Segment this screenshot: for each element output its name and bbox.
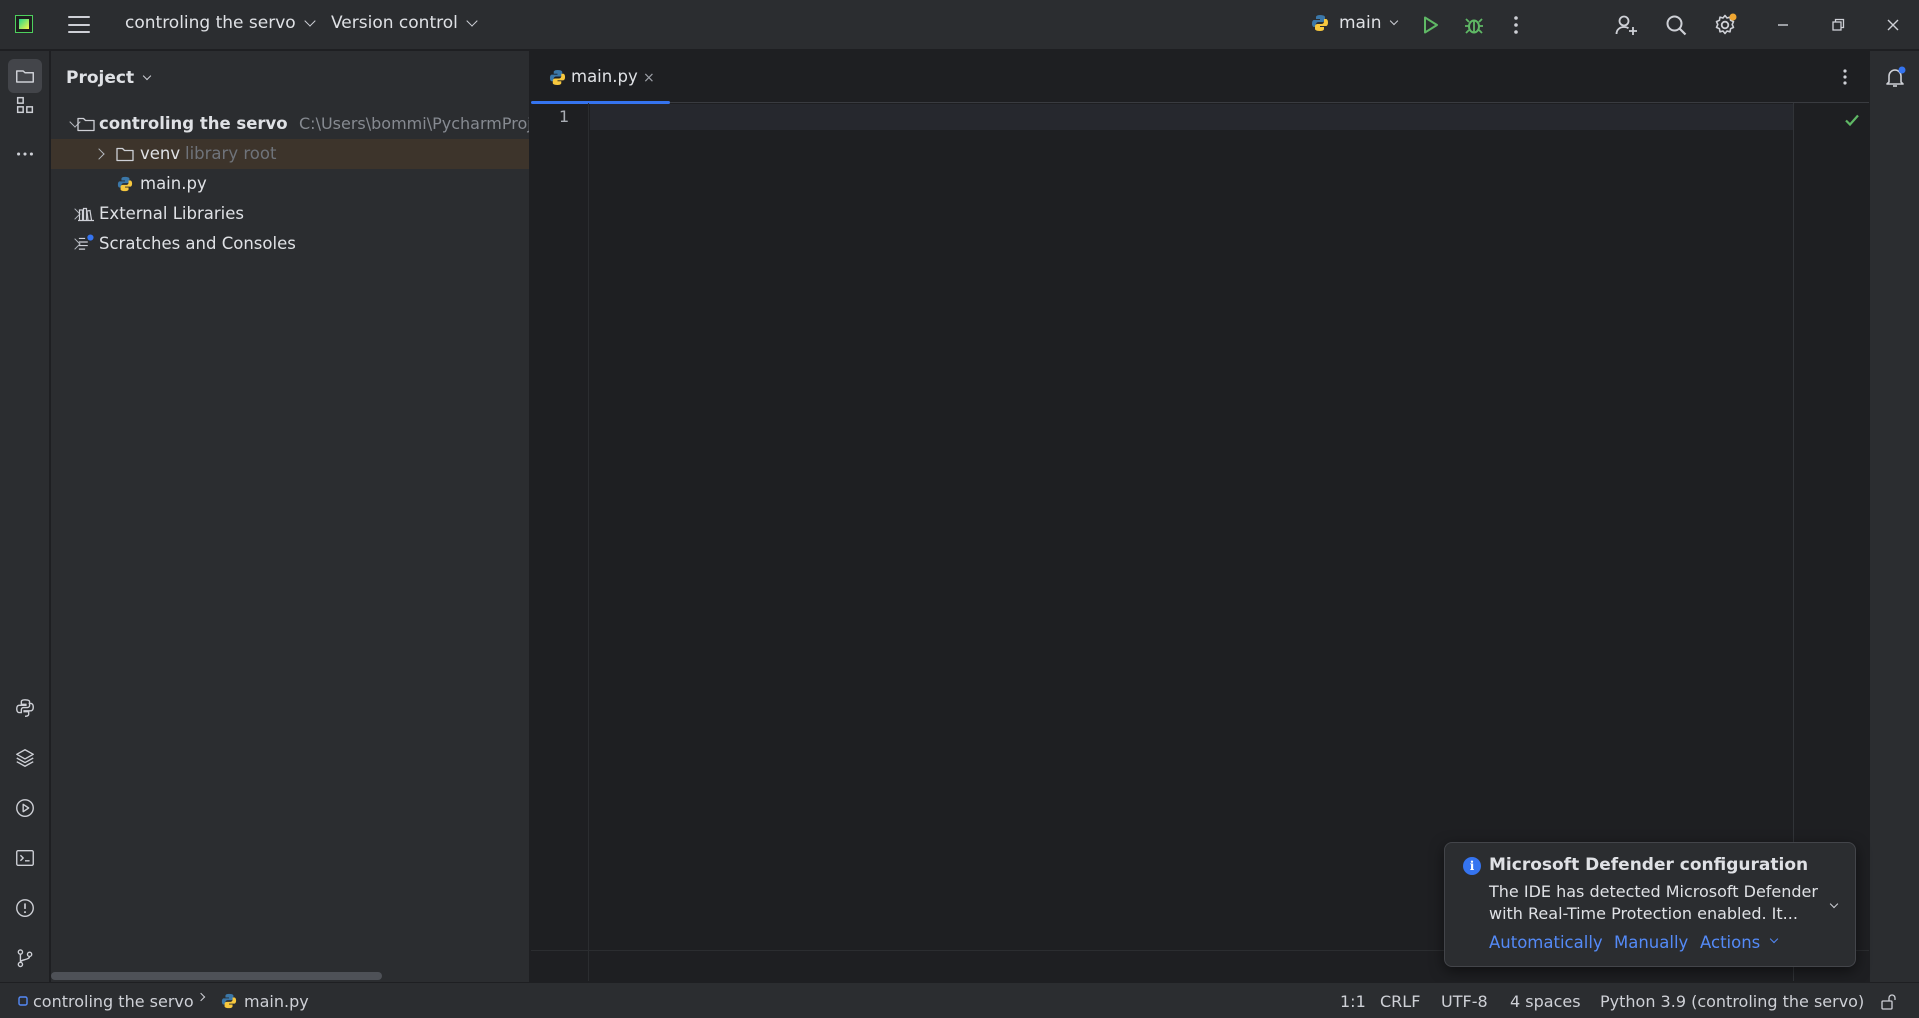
editor-tab-bar: main.py × [531, 51, 1869, 104]
close-tab-icon[interactable]: × [643, 70, 655, 86]
services-tool-button[interactable] [8, 791, 42, 825]
line-number: 1 [559, 107, 570, 126]
python-icon [1312, 15, 1328, 31]
project-root-name: controling the servo [99, 114, 288, 133]
project-root-path: C:\Users\bommi\PycharmProje [299, 114, 530, 133]
library-icon [78, 207, 94, 222]
horizontal-scrollbar[interactable] [51, 972, 382, 980]
no-problems-check-icon[interactable] [1843, 111, 1861, 129]
breadcrumb-separator-icon [196, 992, 206, 1002]
more-actions-icon[interactable] [1504, 13, 1528, 37]
title-bar: controling the servo Version control mai… [0, 0, 1919, 50]
python-file-icon [549, 69, 566, 86]
run-icon[interactable] [1418, 13, 1442, 37]
ellipsis-icon [17, 152, 33, 156]
tab-options-icon[interactable] [1835, 67, 1855, 87]
scratches-label: Scratches and Consoles [99, 234, 296, 253]
scratches-icon [78, 234, 94, 250]
search-icon[interactable] [1664, 13, 1688, 37]
structure-tool-button[interactable] [8, 88, 42, 122]
python-file-icon [221, 993, 237, 1009]
defender-notification: i Microsoft Defender configuration The I… [1444, 842, 1856, 967]
indent-setting[interactable]: 4 spaces [1510, 992, 1581, 1011]
project-switcher[interactable]: controling the servo [125, 13, 316, 33]
notification-title: Microsoft Defender configuration [1489, 855, 1809, 875]
settings-gear-icon[interactable] [1713, 13, 1737, 37]
more-tool-windows-button[interactable] [8, 137, 42, 171]
expand-arrow-icon[interactable] [93, 148, 105, 160]
venv-label: venv [140, 144, 181, 163]
folder-icon [16, 70, 34, 83]
run-services-icon [16, 799, 34, 817]
right-tool-bar [1869, 51, 1919, 982]
notifications-bell-icon[interactable] [1883, 65, 1907, 89]
problems-tool-button[interactable] [8, 891, 42, 925]
folder-icon [77, 117, 95, 132]
pycharm-logo-icon [15, 15, 33, 33]
expand-notification-icon[interactable] [1829, 899, 1839, 909]
current-line-highlight [590, 104, 1793, 130]
version-control-label: Version control [331, 13, 458, 33]
tree-item-project-root[interactable]: controling the servo C:\Users\bommi\Pych… [51, 109, 530, 139]
run-config-label: main [1339, 13, 1382, 33]
terminal-icon [16, 849, 34, 867]
chevron-down-icon [1390, 16, 1399, 26]
problems-warning-icon [16, 899, 34, 917]
info-icon: i [1463, 857, 1481, 875]
venv-hint: library root [185, 144, 277, 163]
manually-link[interactable]: Manually [1614, 933, 1688, 952]
run-config-selector[interactable]: main [1311, 13, 1399, 33]
tree-item-venv[interactable]: venv library root [51, 139, 529, 169]
git-branch-icon [17, 949, 33, 968]
line-separator[interactable]: CRLF [1380, 992, 1420, 1011]
file-encoding[interactable]: UTF-8 [1441, 992, 1488, 1011]
chevron-down-icon [142, 71, 152, 81]
project-switcher-label: controling the servo [125, 13, 296, 33]
status-bar: controling the servo main.py 1:1 CRLF UT… [0, 982, 1919, 1018]
debug-bug-icon[interactable] [1462, 13, 1486, 37]
module-icon [18, 996, 28, 1006]
line-number-gutter [531, 103, 589, 981]
project-panel-title: Project [66, 68, 135, 88]
project-panel-header[interactable]: Project [66, 68, 152, 88]
python-console-icon [16, 699, 34, 717]
python-interpreter[interactable]: Python 3.9 (controling the servo) [1600, 992, 1864, 1011]
notification-body: The IDE has detected Microsoft Defender … [1489, 882, 1818, 923]
chevron-down-icon [304, 15, 316, 27]
tree-item-external-libraries[interactable]: External Libraries [51, 199, 529, 229]
version-control-tool-button[interactable] [8, 941, 42, 975]
automatically-link[interactable]: Automatically [1489, 933, 1603, 952]
layers-icon [16, 749, 34, 767]
caret-position[interactable]: 1:1 [1340, 992, 1366, 1011]
left-tool-bar [0, 51, 50, 982]
restore-window-icon[interactable] [1826, 13, 1850, 37]
tree-item-scratches[interactable]: Scratches and Consoles [51, 229, 529, 259]
tab-label: main.py [571, 67, 638, 86]
external-libraries-label: External Libraries [99, 204, 244, 223]
minimize-icon[interactable] [1771, 13, 1795, 37]
actions-dropdown-link[interactable]: Actions [1700, 933, 1760, 952]
tab-main-py[interactable]: main.py × [531, 51, 670, 104]
read-only-lock-icon[interactable] [1880, 993, 1898, 1011]
structure-icon [16, 96, 34, 114]
project-panel: Project controling the servo C:\Users\bo… [51, 51, 530, 982]
terminal-tool-button[interactable] [8, 841, 42, 875]
add-user-icon[interactable] [1614, 13, 1638, 37]
breadcrumb-file[interactable]: main.py [244, 992, 309, 1011]
python-packages-tool-button[interactable] [8, 691, 42, 725]
chevron-down-icon [1769, 934, 1779, 944]
folder-icon [116, 147, 134, 162]
version-control-menu[interactable]: Version control [331, 13, 478, 33]
close-window-icon[interactable] [1881, 13, 1905, 37]
breadcrumb-project[interactable]: controling the servo [33, 992, 194, 1011]
main-py-label: main.py [140, 174, 207, 193]
chevron-down-icon [466, 15, 478, 27]
tree-item-main-py[interactable]: main.py [51, 169, 529, 199]
main-menu-icon[interactable] [68, 16, 90, 33]
layers-tool-button[interactable] [8, 741, 42, 775]
python-file-icon [117, 176, 133, 192]
